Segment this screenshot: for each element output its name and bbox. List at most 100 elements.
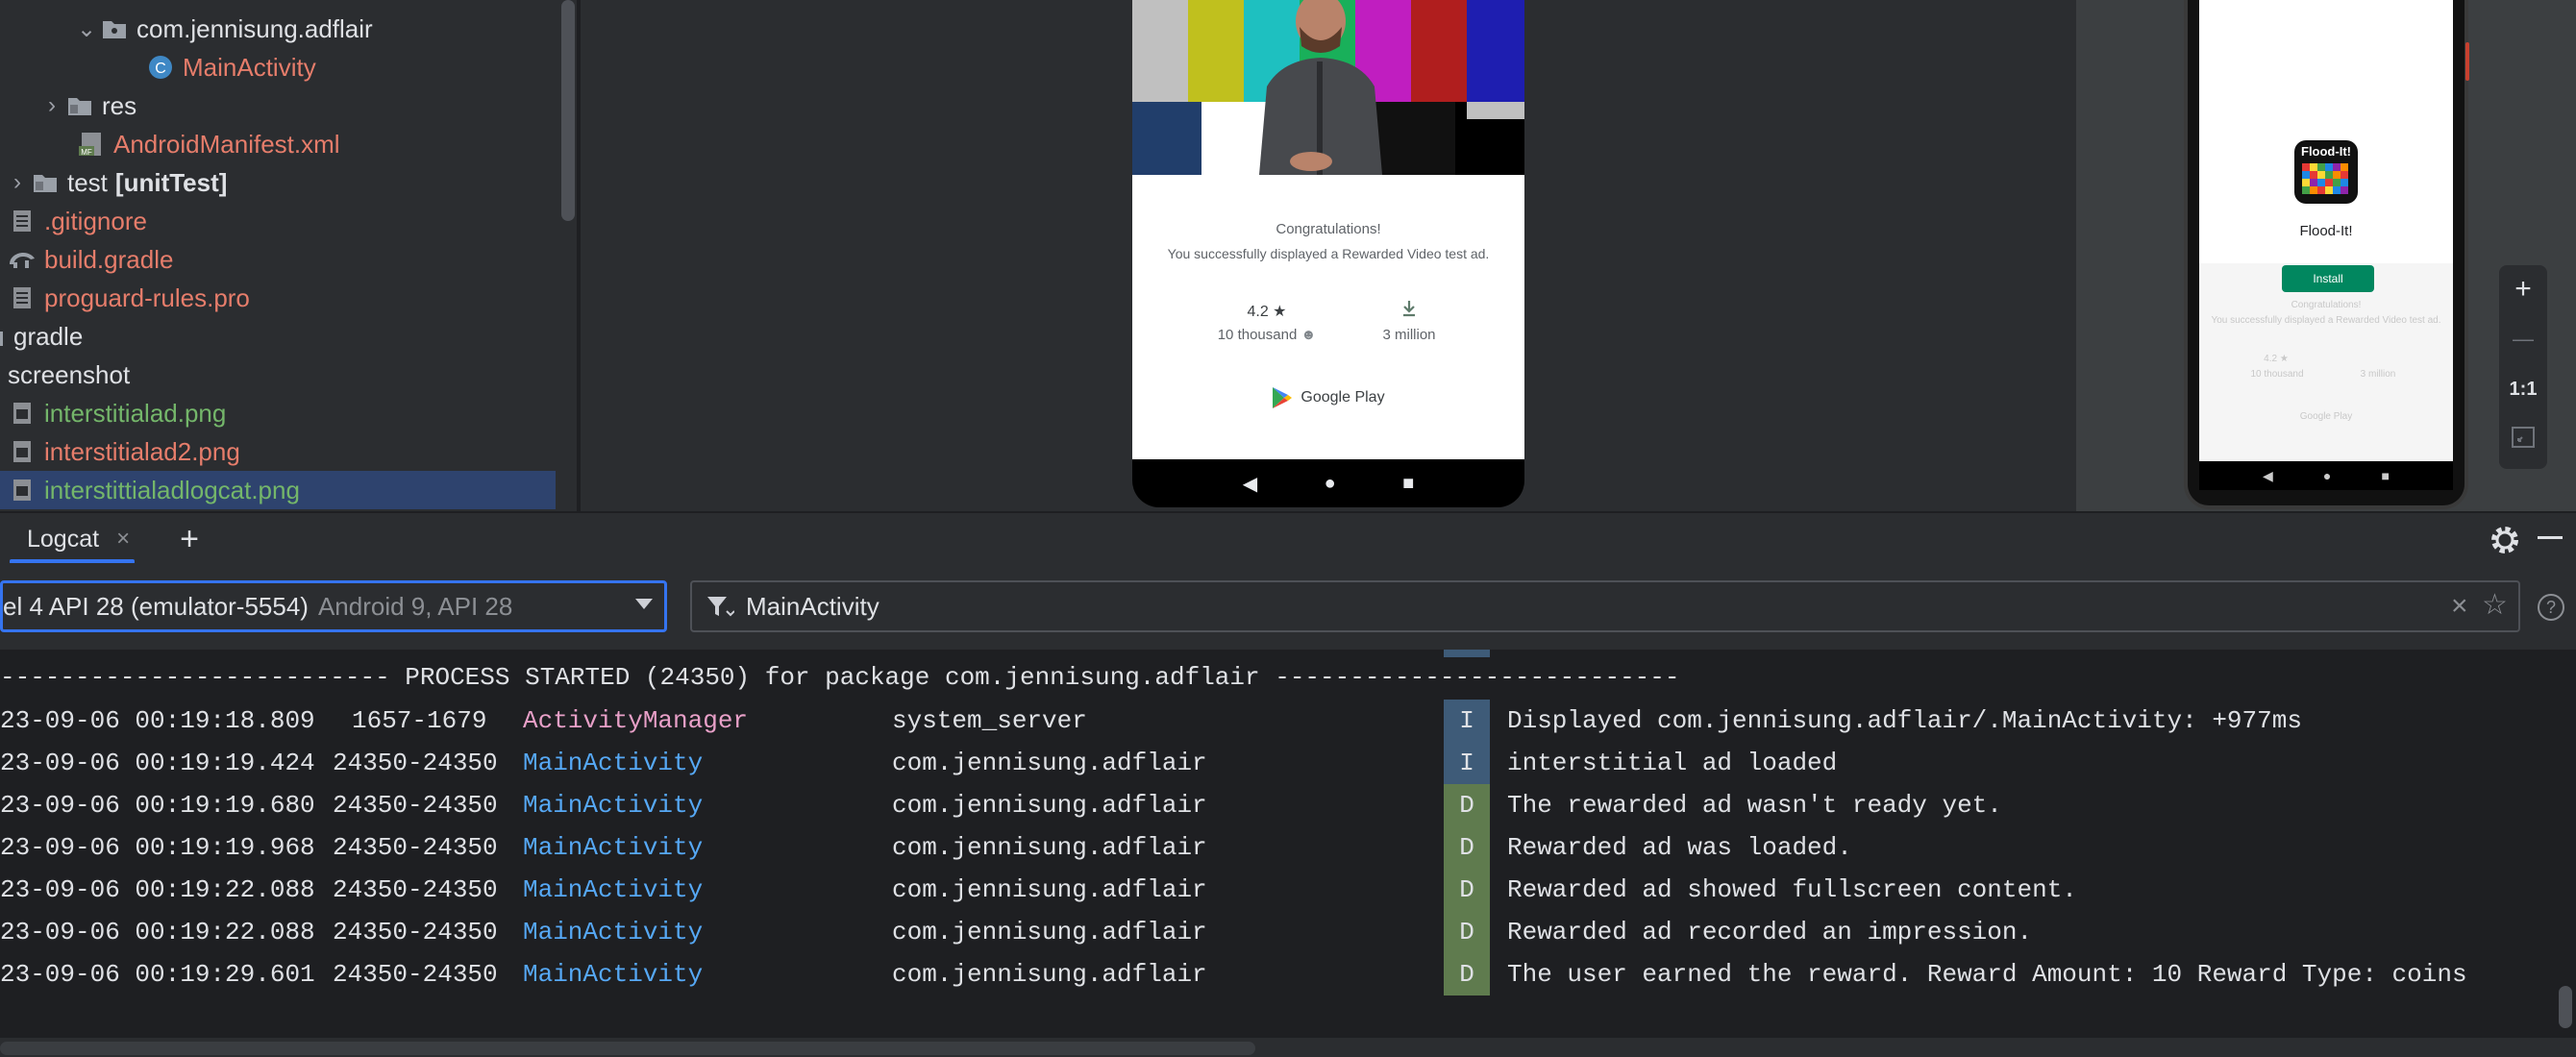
minimize-button[interactable] — [2538, 536, 2563, 539]
tree-item-gradle[interactable]: gradle — [0, 317, 556, 356]
tree-scrollbar[interactable] — [561, 0, 575, 221]
tree-item-gitignore[interactable]: .gitignore — [0, 202, 556, 240]
log-row[interactable]: 23-09-06 00:19:19.424 24350-24350 MainAc… — [0, 742, 2576, 784]
nav-recents-icon[interactable]: ■ — [2381, 468, 2389, 483]
tree-item-interstitialad-png[interactable]: interstitialad.png — [0, 394, 556, 432]
log-process: com.jennisung.adflair — [892, 791, 1207, 820]
log-row[interactable]: 23-09-06 00:19:18.809 1657-1679 Activity… — [0, 700, 2576, 742]
fit-screen-icon — [2512, 427, 2535, 448]
tab-logcat[interactable]: Logcat × — [0, 513, 147, 565]
log-tag[interactable]: MainActivity — [523, 875, 703, 904]
tree-item-mainactivity[interactable]: C MainActivity — [0, 48, 556, 86]
log-message: The user earned the reward. Reward Amoun… — [1507, 960, 2467, 989]
log-timestamp: 23-09-06 00:19:29.601 — [0, 960, 315, 989]
filter-icon[interactable] — [706, 594, 734, 621]
zoom-in-button[interactable]: + — [2499, 265, 2547, 313]
clear-icon[interactable]: × — [2451, 590, 2468, 623]
ad-reviews: 10 thousand ☻ — [1190, 327, 1344, 343]
log-tag[interactable]: MainActivity — [523, 749, 703, 777]
nav-recents-icon[interactable]: ■ — [1402, 473, 1414, 495]
zoom-actual-size-button[interactable]: 1:1 — [2499, 365, 2547, 413]
log-tag[interactable]: ActivityManager — [523, 706, 748, 735]
tree-item-res[interactable]: › res — [0, 86, 556, 125]
tree-item-interstittialadlogcat-png[interactable]: interstittialadlogcat.png — [0, 471, 556, 509]
class-icon: C — [146, 53, 175, 82]
fit-screen-button[interactable] — [2499, 413, 2547, 461]
file-icon — [8, 207, 37, 235]
install-button[interactable]: Install — [2282, 265, 2374, 292]
nav-home-icon[interactable]: ● — [2323, 468, 2331, 483]
chevron-right-icon[interactable]: › — [38, 92, 65, 119]
device-selector[interactable]: el 4 API 28 (emulator-5554) Android 9, A… — [0, 580, 667, 632]
chevron-down-icon — [635, 599, 653, 609]
log-row[interactable]: 23-09-06 00:19:29.601 24350-24350 MainAc… — [0, 953, 2576, 996]
emulator-phone-small[interactable]: Flood-It! Flood-It! Congratulations! You… — [2184, 0, 2468, 509]
faint-congrats-message: You successfully displayed a Rewarded Vi… — [2211, 315, 2441, 326]
logcat-output[interactable]: -------------------------- PROCESS START… — [0, 650, 2576, 1057]
device-name: el 4 API 28 (emulator-5554) — [3, 591, 309, 621]
tree-item-manifest[interactable]: MF AndroidManifest.xml — [0, 125, 556, 163]
tree-item-label: interstittialadlogcat.png — [44, 475, 300, 504]
log-process: system_server — [892, 706, 1087, 735]
tree-item-proguard[interactable]: proguard-rules.pro — [0, 279, 556, 317]
gear-icon[interactable] — [2488, 523, 2522, 557]
add-tab-button[interactable]: + — [171, 521, 208, 557]
log-tag[interactable]: MainActivity — [523, 791, 703, 820]
log-row[interactable]: 23-09-06 00:19:19.680 24350-24350 MainAc… — [0, 784, 2576, 826]
google-play-badge[interactable]: Google Play — [1132, 386, 1524, 409]
tab-logcat-label: Logcat — [27, 525, 100, 553]
log-message: Rewarded ad recorded an impression. — [1507, 918, 2033, 946]
rewarded-ad-body: Congratulations! You successfully displa… — [1132, 175, 1524, 459]
faint-ad-content: Congratulations! You successfully displa… — [2199, 263, 2453, 461]
presenter-figure — [1259, 0, 1382, 175]
log-row[interactable]: 23-09-06 00:19:19.968 24350-24350 MainAc… — [0, 826, 2576, 869]
log-timestamp: 23-09-06 00:19:22.088 — [0, 918, 315, 946]
log-process: com.jennisung.adflair — [892, 918, 1207, 946]
logcat-filter[interactable]: × ☆ — [690, 580, 2520, 632]
vertical-scrollbar[interactable] — [2559, 986, 2572, 1028]
log-process: com.jennisung.adflair — [892, 960, 1207, 989]
project-tree-panel: ⌄ com.jennisung.adflair C MainActivity ›… — [0, 0, 577, 511]
package-folder-icon — [100, 14, 129, 43]
help-icon[interactable]: ? — [2538, 594, 2564, 621]
app-name: Flood-It! — [2299, 223, 2353, 239]
star-icon[interactable]: ☆ — [2482, 588, 2508, 622]
tree-item-package[interactable]: ⌄ com.jennisung.adflair — [0, 10, 556, 48]
log-timestamp: 23-09-06 00:19:19.424 — [0, 749, 315, 777]
nav-back-icon[interactable]: ◀ — [1243, 472, 1257, 496]
log-timestamp: 23-09-06 00:19:18.809 — [0, 706, 315, 735]
close-icon[interactable]: × — [116, 526, 130, 553]
nav-home-icon[interactable]: ● — [1325, 473, 1336, 495]
tree-item-build-gradle[interactable]: build.gradle — [0, 240, 556, 279]
tree-item-label: screenshot — [8, 359, 131, 389]
logcat-tool-window-header: Logcat × + — [0, 511, 2576, 565]
device-button-indicator — [2465, 42, 2469, 81]
tree-item-label: build.gradle — [44, 244, 174, 274]
chevron-right-icon[interactable]: › — [4, 169, 31, 196]
horizontal-scrollbar[interactable] — [0, 1042, 1255, 1055]
log-tag[interactable]: MainActivity — [523, 833, 703, 862]
log-timestamp: 23-09-06 00:19:19.680 — [0, 791, 315, 820]
tree-item-label: MainActivity — [183, 52, 316, 82]
filter-input[interactable] — [746, 582, 2380, 630]
log-level-badge: D — [1444, 911, 1490, 953]
android-nav-bar: ◀ ● ■ — [1132, 459, 1524, 507]
tree-item-screenshot[interactable]: screenshot — [0, 356, 556, 394]
tree-item-test[interactable]: › test [unitTest] — [0, 163, 556, 202]
log-tag[interactable]: MainActivity — [523, 960, 703, 989]
log-tag[interactable]: MainActivity — [523, 918, 703, 946]
tree-item-interstitialad2-png[interactable]: interstitialad2.png — [0, 432, 556, 471]
google-play-label: Google Play — [1300, 389, 1385, 406]
zoom-out-button[interactable]: — — [2499, 315, 2547, 363]
chevron-down-icon[interactable]: ⌄ — [73, 15, 100, 43]
nav-back-icon[interactable]: ◀ — [2263, 468, 2273, 484]
log-row[interactable]: 23-09-06 00:19:22.088 24350-24350 MainAc… — [0, 911, 2576, 953]
process-started-banner: -------------------------- PROCESS START… — [0, 663, 1680, 692]
log-process: com.jennisung.adflair — [892, 875, 1207, 904]
tree-item-label-qualifier: [unitTest] — [114, 167, 228, 197]
log-row[interactable]: 23-09-06 00:19:22.088 24350-24350 MainAc… — [0, 869, 2576, 911]
zoom-controls: + — 1:1 — [2499, 265, 2547, 469]
emulator-phone-large[interactable]: Congratulations! You successfully displa… — [1132, 0, 1524, 507]
folder-icon — [65, 91, 94, 120]
level-strip — [1444, 650, 1490, 657]
